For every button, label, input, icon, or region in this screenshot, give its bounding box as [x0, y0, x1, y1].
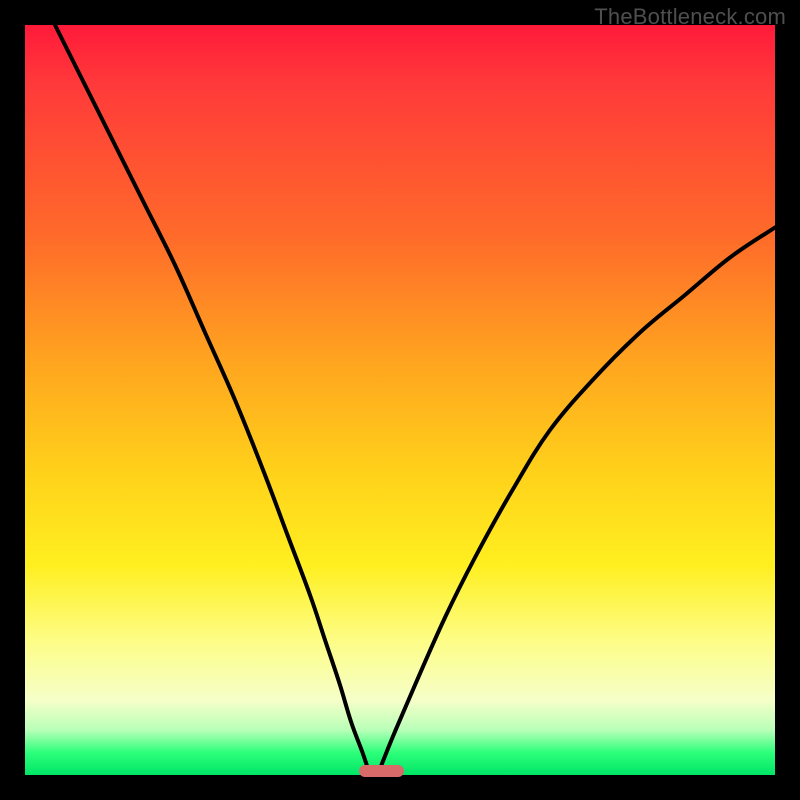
curve-layer [25, 25, 775, 775]
baseline-marker [359, 765, 404, 777]
outer-frame: TheBottleneck.com [0, 0, 800, 800]
left-curve [55, 25, 370, 775]
right-curve [378, 228, 776, 776]
watermark-text: TheBottleneck.com [594, 4, 786, 30]
